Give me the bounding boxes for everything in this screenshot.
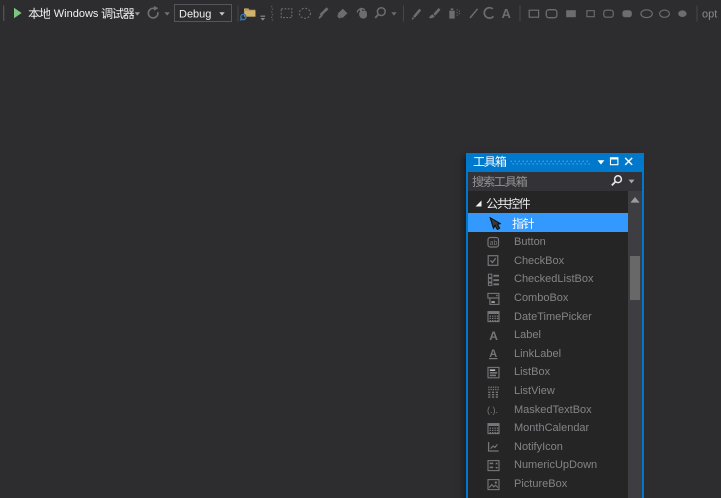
svg-text:ab: ab: [490, 240, 498, 247]
svg-text:A: A: [489, 329, 498, 342]
svg-text:opt: opt: [702, 9, 717, 21]
svg-text:(.).: (.).: [487, 405, 498, 415]
svg-text:A: A: [502, 6, 512, 21]
svg-text:Debug: Debug: [179, 9, 211, 21]
